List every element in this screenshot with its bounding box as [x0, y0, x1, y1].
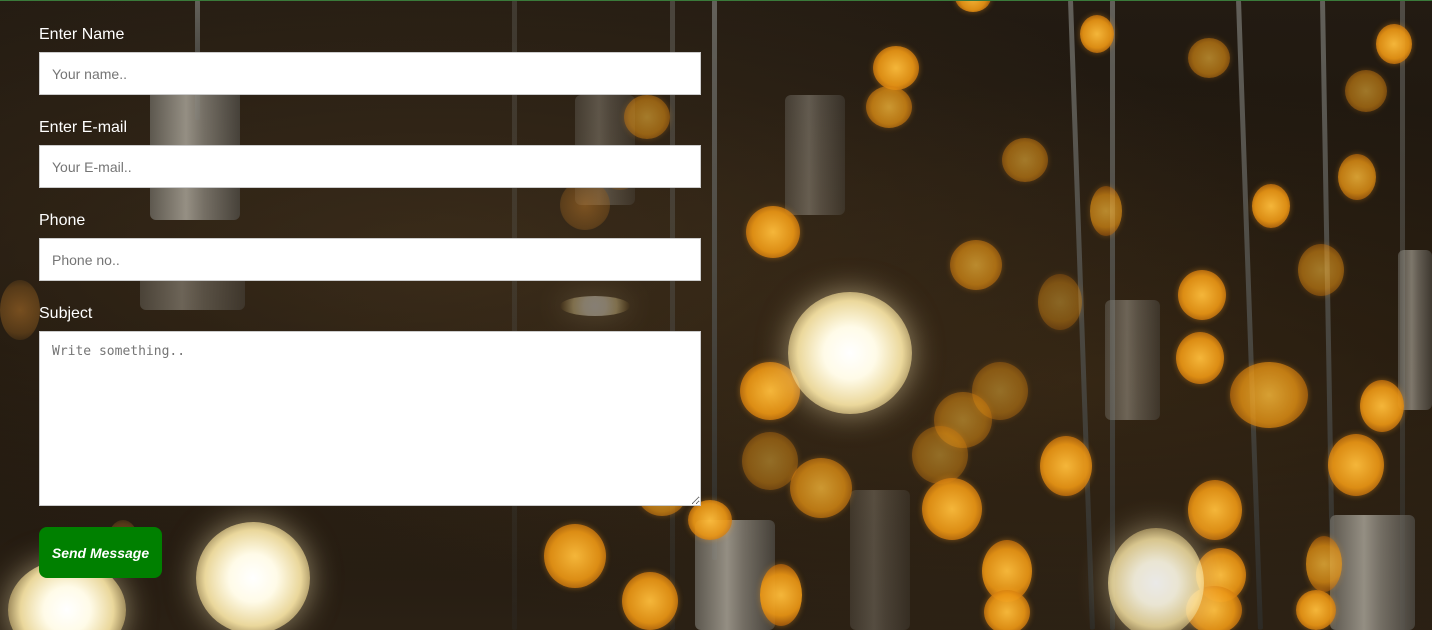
bokeh-light	[790, 458, 852, 518]
bokeh-light	[984, 590, 1030, 630]
lamp-socket	[785, 95, 845, 215]
bokeh-light	[1338, 154, 1376, 200]
bokeh-light	[1040, 436, 1092, 496]
bokeh-light	[922, 478, 982, 540]
email-label: Enter E-mail	[39, 119, 128, 136]
top-border	[0, 0, 1432, 1]
bokeh-light	[912, 426, 968, 484]
bokeh-light	[1188, 38, 1230, 78]
bokeh-light	[1328, 434, 1384, 496]
bokeh-light	[1376, 24, 1412, 64]
bokeh-light	[1230, 362, 1308, 428]
wire	[712, 0, 717, 560]
bokeh-light	[788, 292, 912, 414]
bokeh-light	[1252, 184, 1290, 228]
bokeh-light	[866, 86, 912, 128]
send-message-button[interactable]: Send Message	[39, 527, 162, 578]
bokeh-light	[873, 46, 919, 90]
bokeh-light	[950, 240, 1002, 290]
bokeh-light	[1080, 15, 1114, 53]
name-input[interactable]	[39, 52, 701, 95]
bokeh-light	[1345, 70, 1387, 112]
lamp-socket	[1398, 250, 1432, 410]
bokeh-light	[0, 280, 40, 340]
bokeh-light	[1176, 332, 1224, 384]
bokeh-light	[1296, 590, 1336, 630]
lamp-socket	[1105, 300, 1160, 420]
bokeh-light	[1360, 380, 1404, 432]
bokeh-light	[1188, 480, 1242, 540]
subject-textarea[interactable]	[39, 331, 701, 506]
bokeh-light	[1038, 274, 1082, 330]
bokeh-light	[1090, 186, 1122, 236]
phone-label: Phone	[39, 212, 86, 229]
bokeh-light	[955, 0, 991, 12]
subject-label: Subject	[39, 305, 93, 322]
lamp-socket	[1330, 515, 1415, 630]
bokeh-light	[622, 572, 678, 630]
email-input[interactable]	[39, 145, 701, 188]
wire	[1236, 0, 1263, 630]
bokeh-light	[1178, 270, 1226, 320]
bokeh-light	[1108, 528, 1204, 630]
bokeh-light	[1002, 138, 1048, 182]
phone-input[interactable]	[39, 238, 701, 281]
bokeh-light	[760, 564, 802, 626]
lamp-socket	[850, 490, 910, 630]
name-label: Enter Name	[39, 26, 125, 43]
bokeh-light	[1306, 536, 1342, 592]
bokeh-light	[1298, 244, 1344, 296]
bokeh-light	[746, 206, 800, 258]
contact-form: Enter Name Enter E-mail Phone Subject Se…	[39, 22, 701, 578]
